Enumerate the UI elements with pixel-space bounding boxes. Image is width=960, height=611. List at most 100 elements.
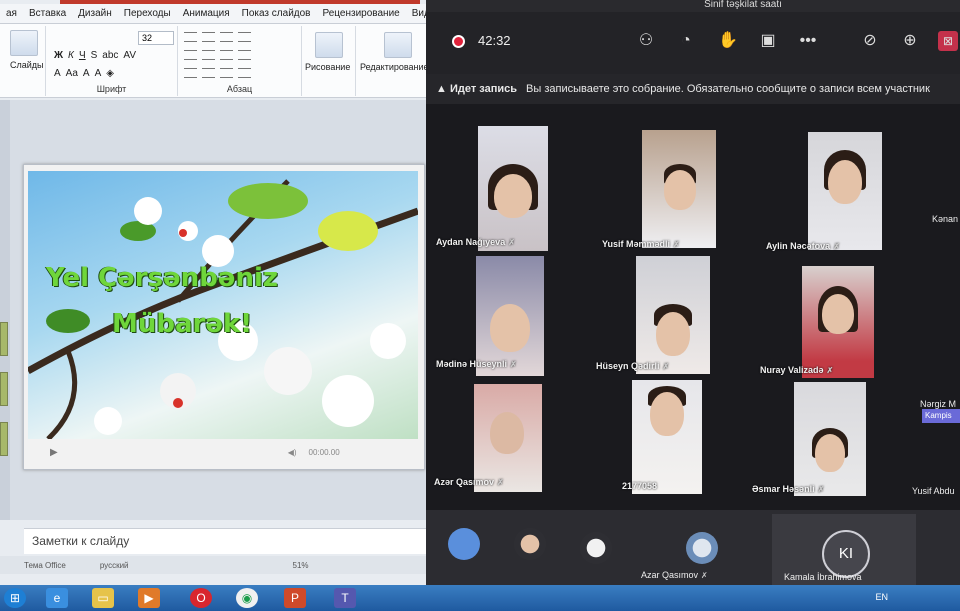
breakout-rooms-icon[interactable]: ▣ — [758, 31, 778, 51]
spacing-icon[interactable]: AV — [123, 50, 136, 61]
tab-design[interactable]: Дизайн — [72, 8, 118, 19]
participant-video-tile[interactable] — [794, 382, 866, 496]
people-icon[interactable]: ⚇ — [636, 31, 656, 51]
mic-off-icon: ✗ — [497, 478, 504, 487]
participant-video-tile[interactable] — [802, 266, 874, 378]
shapes-icon[interactable] — [315, 32, 343, 58]
zoom-level[interactable]: 51% — [293, 561, 309, 570]
mic-off-icon: ✗ — [508, 238, 515, 247]
participant-avatar[interactable] — [686, 532, 718, 564]
grow-font-icon[interactable]: A — [83, 68, 90, 79]
indent-icon[interactable] — [220, 32, 233, 42]
participant-video-tile[interactable] — [636, 256, 710, 374]
new-slide-icon[interactable] — [10, 30, 38, 56]
participant-video-tile[interactable] — [474, 384, 542, 492]
slide-thumbnail[interactable] — [0, 372, 8, 406]
align-text-icon[interactable] — [202, 50, 215, 60]
font-color-icon[interactable]: A — [54, 68, 61, 79]
ribbon: Слайды 32 ЖКЧSabcAV AAaAA◈ Шрифт — [0, 24, 429, 98]
tab-slideshow[interactable]: Показ слайдов — [236, 8, 317, 19]
play-icon[interactable]: ▶ — [50, 447, 58, 458]
font-size-input[interactable]: 32 — [138, 31, 174, 45]
participant-avatar[interactable] — [448, 528, 480, 560]
chat-icon[interactable]: ◔ — [676, 31, 696, 51]
initials-avatar[interactable]: KI — [822, 530, 870, 578]
bullets-icon[interactable] — [184, 32, 197, 42]
microphone-icon[interactable]: ⊕ — [900, 31, 920, 51]
clear-format-icon[interactable]: ◈ — [106, 68, 114, 79]
more-actions-icon[interactable]: ••• — [798, 31, 818, 51]
columns-icon[interactable] — [220, 50, 233, 60]
file-explorer-icon[interactable]: ▭ — [92, 588, 114, 608]
language-indicator[interactable]: EN — [875, 592, 888, 602]
start-button-icon[interactable]: ⊞ — [4, 588, 26, 608]
bold-icon[interactable]: Ж — [54, 50, 63, 61]
tab-animation[interactable]: Анимация — [177, 8, 236, 19]
media-player-icon[interactable]: ▶ — [138, 588, 160, 608]
participant-video-tile[interactable] — [808, 132, 882, 250]
tab-review[interactable]: Рецензирование — [317, 8, 406, 19]
justify-icon[interactable] — [238, 68, 251, 78]
slide-thumbnails — [0, 100, 10, 520]
volume-icon[interactable]: ◀) — [288, 448, 297, 457]
share-tray-icon[interactable]: ⊠ — [938, 31, 958, 51]
camera-off-icon[interactable]: ⊘ — [860, 31, 880, 51]
ie-browser-icon[interactable]: e — [46, 588, 68, 608]
mic-off-icon: ✗ — [817, 485, 825, 494]
participant-name: Mədinə Hüseynli ✗ — [436, 359, 517, 369]
direction-row — [184, 50, 251, 60]
chrome-icon[interactable]: ◉ — [236, 588, 258, 608]
find-icon[interactable] — [384, 32, 412, 58]
align-row — [184, 68, 251, 78]
shadow-icon[interactable]: S — [91, 50, 98, 61]
participant-avatar[interactable] — [514, 528, 546, 560]
strike-icon[interactable]: abc — [102, 50, 118, 61]
media-controls: ▶ ◀) 00:00.00 — [28, 441, 418, 463]
numbering-icon[interactable] — [202, 32, 215, 42]
participant-avatar[interactable] — [580, 532, 612, 564]
powerpoint-icon[interactable]: P — [284, 588, 306, 608]
shrink-font-icon[interactable]: A — [95, 68, 102, 79]
windows-taskbar: ⊞ e ▭ ▶ O ◉ P T EN — [0, 585, 960, 611]
meeting-title: Sinif təşkilat saatı — [426, 0, 960, 12]
powerpoint-window: ая Вставка Дизайн Переходы Анимация Пока… — [0, 0, 430, 585]
participant-name: Hüseyn Qədirli ✗ — [596, 361, 670, 371]
align-center-icon[interactable] — [202, 68, 215, 78]
change-case-icon[interactable]: Aa — [66, 68, 78, 79]
teams-icon[interactable]: T — [334, 588, 356, 608]
text-direction-icon[interactable] — [184, 50, 197, 60]
language-status: русский — [99, 560, 129, 570]
font-group-label: Шрифт — [96, 84, 127, 94]
raise-hand-icon[interactable]: ✋ — [718, 31, 738, 51]
slide-canvas[interactable]: Yel Çərşənbəniz Mübarək! ▶ ◀) 00:00.00 — [23, 164, 425, 470]
participant-video-tile[interactable] — [642, 130, 716, 248]
tab-transitions[interactable]: Переходы — [118, 8, 177, 19]
slides-label: Слайды — [10, 60, 44, 70]
slide-thumbnail[interactable] — [0, 422, 8, 456]
paragraph-group-label: Абзац — [226, 84, 253, 94]
editing-label[interactable]: Редактирование — [360, 62, 429, 72]
align-right-icon[interactable] — [220, 68, 233, 78]
participant-video-tile[interactable] — [632, 380, 702, 494]
recording-banner: ▲ Идет запись Вы записываете это собрани… — [426, 74, 960, 104]
slide-thumbnail[interactable] — [0, 322, 8, 356]
slide-title-line1: Yel Çərşənbəniz — [46, 263, 278, 293]
opera-icon[interactable]: O — [190, 588, 212, 608]
slide-notes-field[interactable]: Заметки к слайду — [24, 528, 428, 554]
drawing-label[interactable]: Рисование — [305, 62, 350, 72]
align-left-icon[interactable] — [184, 68, 197, 78]
font-format-row: Ж К Ч Sabc AV — [54, 50, 136, 61]
recording-banner-title: Идет запись — [449, 83, 517, 95]
underline-icon[interactable]: Ч — [79, 50, 86, 61]
line-spacing-icon[interactable] — [238, 32, 251, 42]
mic-off-icon: ✗ — [701, 571, 708, 580]
participant-video-tile[interactable] — [476, 256, 544, 376]
tab-home-partial[interactable]: ая — [0, 8, 23, 19]
tab-insert[interactable]: Вставка — [23, 8, 72, 19]
smartart-icon[interactable] — [238, 50, 251, 60]
italic-icon[interactable]: К — [68, 50, 74, 61]
participant-video-tile[interactable] — [478, 126, 548, 251]
slide-title-line2: Mübarək! — [112, 309, 253, 339]
offscreen-participant-name: Yusif Abdu — [912, 486, 955, 496]
blossom-photo: Yel Çərşənbəniz Mübarək! — [28, 171, 418, 439]
